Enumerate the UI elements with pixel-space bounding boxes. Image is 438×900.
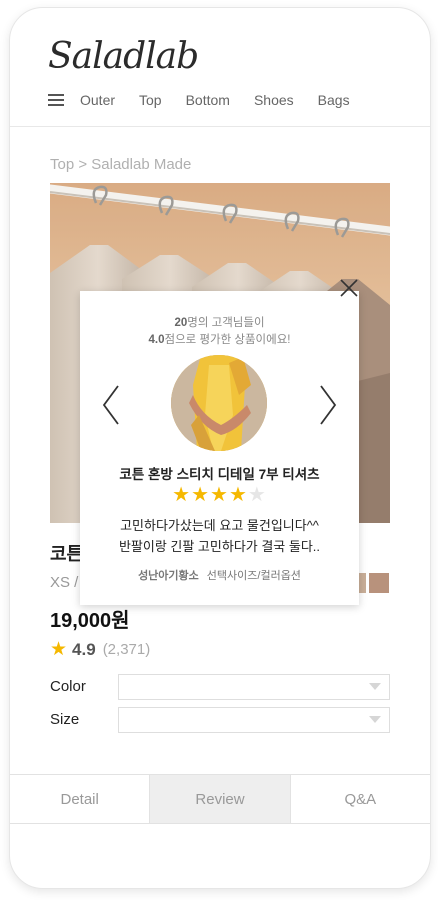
product-size-options: XS / xyxy=(50,574,79,591)
review-popup: 20명의 고객님들이 4.0점으로 평가한 상품이에요! 코튼 혼방 스티치 디… xyxy=(80,279,359,605)
chevron-left-icon[interactable] xyxy=(102,384,120,426)
phone-frame: Saladlab Outer Top Bottom Shoes Bags Top… xyxy=(9,7,431,889)
review-product-title: 코튼 혼방 스티치 디테일 7부 티셔츠 xyxy=(119,467,320,482)
review-count-suffix: 명의 고객님들이 xyxy=(187,317,265,329)
size-label: Size xyxy=(50,711,80,728)
rating-score: 4.9 xyxy=(72,639,96,659)
star-icon: ★ xyxy=(191,484,211,506)
review-author: 성난아기황소 xyxy=(138,570,199,582)
review-photo[interactable] xyxy=(171,355,267,451)
nav-item-shoes[interactable]: Shoes xyxy=(254,92,294,108)
product-rating: ★ 4.9 (2,371) xyxy=(50,638,150,661)
size-select[interactable] xyxy=(118,707,390,733)
review-average: 4.0 xyxy=(148,334,165,346)
category-nav: Outer Top Bottom Shoes Bags xyxy=(48,92,374,108)
star-icon: ★ xyxy=(247,484,267,506)
color-label: Color xyxy=(50,678,86,695)
chevron-down-icon xyxy=(369,683,381,690)
review-meta: 성난아기황소 선택사이즈/컬러옵션 xyxy=(80,567,359,583)
tab-qna[interactable]: Q&A xyxy=(291,775,430,823)
tab-review[interactable]: Review xyxy=(150,775,291,823)
nav-item-outer[interactable]: Outer xyxy=(80,92,115,108)
nav-item-top[interactable]: Top xyxy=(139,92,162,108)
star-icon: ★ xyxy=(50,639,68,660)
tab-detail[interactable]: Detail xyxy=(10,775,151,823)
review-option: 선택사이즈/컬러옵션 xyxy=(206,570,301,582)
hamburger-icon[interactable] xyxy=(48,94,64,106)
color-select[interactable] xyxy=(118,674,390,700)
review-summary: 20명의 고객님들이 4.0점으로 평가한 상품이에요! xyxy=(80,315,359,349)
product-tabs: Detail Review Q&A xyxy=(10,774,430,824)
chevron-down-icon xyxy=(369,716,381,723)
brand-logo[interactable]: Saladlab xyxy=(48,36,199,77)
review-stars: ★★★★★ xyxy=(80,482,359,507)
rating-count: (2,371) xyxy=(102,641,151,658)
breadcrumb[interactable]: Top > Saladlab Made xyxy=(50,156,191,173)
star-icon: ★ xyxy=(210,484,229,506)
header-divider xyxy=(10,126,430,127)
color-swatch[interactable] xyxy=(369,573,389,593)
review-average-suffix: 점으로 평가한 상품이에요! xyxy=(164,334,291,346)
review-text-line: 고민하다가샀는데 요고 물건입니다^^ xyxy=(120,518,319,533)
review-photo-illustration xyxy=(171,355,267,451)
review-count: 20 xyxy=(174,317,188,329)
chevron-right-icon[interactable] xyxy=(319,384,337,426)
star-icon: ★ xyxy=(172,484,192,506)
product-price: 19,000원 xyxy=(50,610,130,632)
review-text-line: 반팔이랑 긴팔 고민하다가 결국 둘다.. xyxy=(118,539,321,554)
close-icon[interactable] xyxy=(338,277,360,299)
nav-item-bottom[interactable]: Bottom xyxy=(186,92,230,108)
review-text: 고민하다가샀는데 요고 물건입니다^^ 반팔이랑 긴팔 고민하다가 결국 둘다.… xyxy=(80,515,359,557)
product-title: 코튼 xyxy=(50,544,84,564)
star-icon: ★ xyxy=(228,484,248,506)
nav-item-bags[interactable]: Bags xyxy=(318,92,350,108)
